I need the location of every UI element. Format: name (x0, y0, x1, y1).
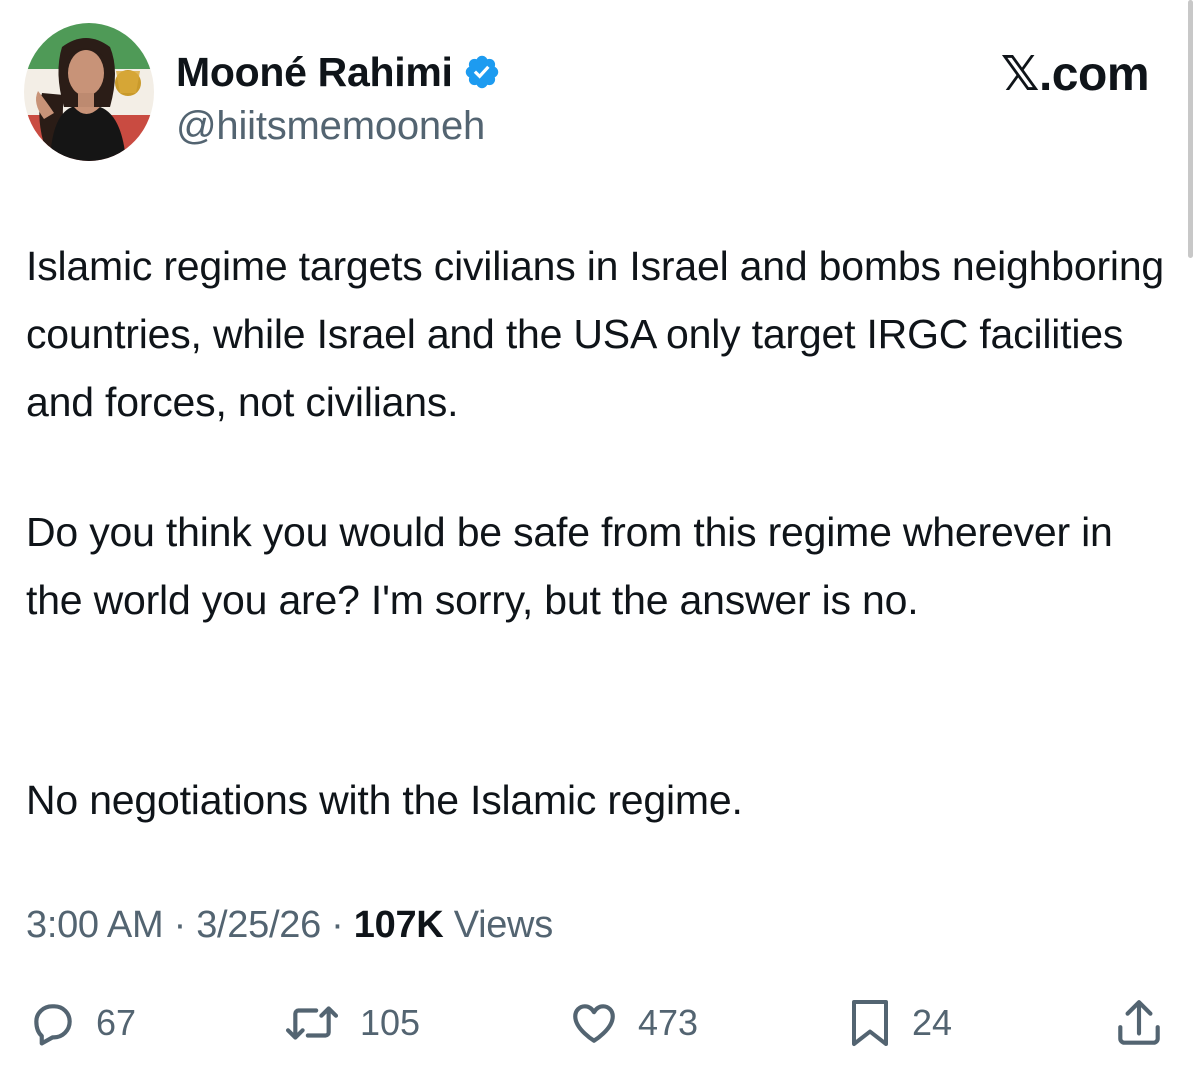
tweet-time[interactable]: 3:00 AM (26, 904, 164, 946)
share-icon (1118, 1000, 1160, 1045)
x-brand-logo: 𝕏.com (1000, 48, 1150, 101)
views-label: Views (453, 904, 553, 946)
reply-icon (34, 1004, 72, 1046)
tweet-metadata: 3:00 AM · 3/25/26 · 107K Views (26, 904, 553, 947)
avatar[interactable] (24, 23, 154, 161)
meta-separator: · (331, 904, 344, 946)
repost-icon (285, 1006, 339, 1040)
repost-count: 105 (360, 1002, 421, 1043)
verified-badge-icon[interactable] (463, 53, 501, 91)
tweet-paragraph: Islamic regime targets civilians in Isra… (26, 243, 1165, 425)
author-name-row: Mooné Rahimi (176, 48, 501, 96)
tweet-paragraph: No negotiations with the Islamic regime. (26, 777, 743, 823)
repost-button[interactable]: 105 (282, 994, 420, 1052)
reply-count: 67 (96, 1002, 137, 1043)
tweet-date[interactable]: 3/25/26 (196, 904, 321, 946)
tweet-paragraph: Do you think you would be safe from this… (26, 509, 1113, 623)
reply-button[interactable]: 67 (28, 994, 136, 1052)
bookmark-count: 24 (912, 1002, 953, 1043)
like-count: 473 (638, 1002, 699, 1043)
bookmark-icon (852, 1000, 888, 1046)
author-handle[interactable]: @hiitsmemooneh (176, 104, 485, 149)
heart-icon (573, 1004, 615, 1043)
views-count: 107K (353, 904, 444, 946)
meta-separator: · (173, 904, 187, 946)
author-display-name[interactable]: Mooné Rahimi (176, 49, 453, 96)
bookmark-button[interactable]: 24 (846, 994, 952, 1052)
scrollbar[interactable] (1188, 0, 1193, 258)
share-button[interactable] (1114, 994, 1164, 1052)
avatar-image (24, 23, 154, 161)
like-button[interactable]: 473 (568, 994, 698, 1052)
